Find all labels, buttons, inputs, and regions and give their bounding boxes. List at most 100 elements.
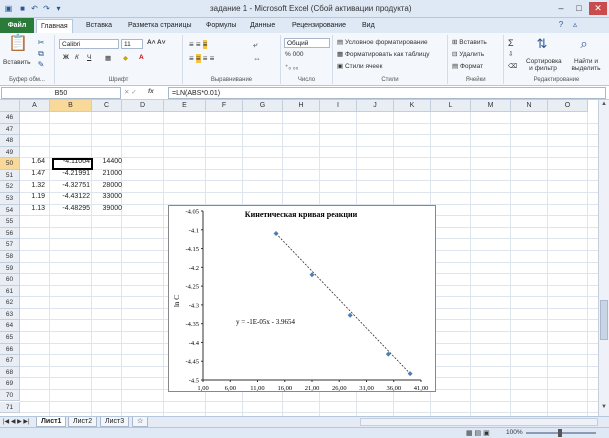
row-header-60[interactable]: 60 <box>0 274 20 286</box>
row-header-50[interactable]: 50 <box>0 158 20 170</box>
row-header-62[interactable]: 62 <box>0 297 20 309</box>
customize-qat-icon[interactable]: ▾ <box>53 3 64 14</box>
number-format-box[interactable]: Общий <box>284 38 330 48</box>
borders-icon[interactable]: ▦ <box>105 54 111 62</box>
grow-font-icon[interactable]: A˄ A˅ <box>147 39 166 46</box>
cell-styles-button[interactable]: ▣ Стили ячеек <box>337 62 382 70</box>
row-header-68[interactable]: 68 <box>0 366 20 379</box>
paste-icon[interactable]: 📋 <box>8 36 28 57</box>
paste-label[interactable]: Вставить <box>3 59 31 66</box>
tab-view[interactable]: Вид <box>358 19 379 33</box>
tab-page-layout[interactable]: Разметка страницы <box>124 19 196 33</box>
cancel-entry-icon[interactable]: ✕ ✓ <box>124 88 137 96</box>
row-header-63[interactable]: 63 <box>0 308 20 321</box>
decimal-icon[interactable]: ⁺₀ ₀₀ <box>285 63 298 71</box>
tab-review[interactable]: Рецензирование <box>288 19 350 33</box>
row-header-67[interactable]: 67 <box>0 355 20 367</box>
trendline-equation[interactable]: y = -1E-05x - 3.9654 <box>236 318 295 326</box>
sheet-tab-1[interactable]: Лист1 <box>36 417 67 427</box>
minimize-button[interactable]: – <box>552 2 570 15</box>
row-header-49[interactable]: 49 <box>0 146 20 159</box>
cell-b51[interactable]: -4.21991 <box>52 170 90 177</box>
align-left-icon[interactable]: ≡ ≡ ≡ ≡ <box>189 54 214 63</box>
format-as-table-button[interactable]: ▦ Форматировать как таблицу <box>337 50 430 58</box>
column-header-o[interactable]: O <box>548 100 588 112</box>
column-header-e[interactable]: E <box>164 100 206 112</box>
row-header-48[interactable]: 48 <box>0 135 20 147</box>
close-button[interactable]: ✕ <box>589 2 607 15</box>
column-header-h[interactable]: H <box>283 100 320 112</box>
tab-insert[interactable]: Вставка <box>82 19 116 33</box>
save-icon[interactable]: ■ <box>17 3 28 14</box>
row-header-71[interactable]: 71 <box>0 401 20 414</box>
column-header-g[interactable]: G <box>243 100 283 112</box>
merge-icon[interactable]: ⇔ <box>253 54 261 63</box>
column-header-b[interactable]: B <box>50 100 92 112</box>
insert-function-icon[interactable]: fx <box>148 88 154 95</box>
column-header-a[interactable]: A <box>20 100 50 112</box>
column-header-m[interactable]: M <box>471 100 511 112</box>
cut-icon[interactable]: ✂ <box>36 38 46 48</box>
font-name-box[interactable]: Calibri <box>59 39 119 49</box>
row-header-59[interactable]: 59 <box>0 262 20 275</box>
row-header-46[interactable]: 46 <box>0 112 20 124</box>
format-painter-icon[interactable]: ✎ <box>36 60 46 70</box>
cell-c54[interactable]: 39000 <box>94 205 122 212</box>
column-header-i[interactable]: I <box>320 100 357 112</box>
row-header-64[interactable]: 64 <box>0 320 20 333</box>
cell-c52[interactable]: 28000 <box>94 182 122 189</box>
clear-icon[interactable]: ⌫ <box>508 62 517 70</box>
cell-a51[interactable]: 1.47 <box>22 170 45 177</box>
bold-icon[interactable]: Ж <box>63 54 69 61</box>
row-header-54[interactable]: 54 <box>0 204 20 217</box>
sheet-nav-icon[interactable]: |◀ ◀ ▶ ▶| <box>3 418 30 425</box>
horizontal-scrollbar[interactable] <box>360 418 598 426</box>
cell-a53[interactable]: 1.19 <box>22 193 45 200</box>
scroll-down-icon[interactable]: ▼ <box>600 404 608 413</box>
zoom-slider-thumb[interactable] <box>558 429 562 437</box>
column-header-c[interactable]: C <box>92 100 122 112</box>
row-header-56[interactable]: 56 <box>0 227 20 240</box>
row-header-53[interactable]: 53 <box>0 193 20 205</box>
cell-b52[interactable]: -4.32751 <box>52 182 90 189</box>
column-header-l[interactable]: L <box>431 100 471 112</box>
fill-color-icon[interactable]: ◆ <box>123 54 128 62</box>
tab-file[interactable]: Файл <box>0 18 34 33</box>
zoom-level[interactable]: 100% <box>506 429 523 436</box>
find-select-icon[interactable]: ⌕ <box>576 37 592 55</box>
insert-cells-button[interactable]: ⊞ Вставить <box>452 38 487 46</box>
tab-formulas[interactable]: Формулы <box>202 19 240 33</box>
copy-icon[interactable]: ⧉ <box>36 49 46 59</box>
chart-area[interactable]: Кинетическая кривая реакции ln C -4.05 -4… <box>168 205 436 392</box>
font-size-box[interactable]: 11 <box>121 39 143 49</box>
find-select-label[interactable]: Найти и выделить <box>566 58 606 72</box>
row-header-66[interactable]: 66 <box>0 343 20 356</box>
cell-a50[interactable]: 1.64 <box>22 158 45 165</box>
conditional-format-button[interactable]: ▤ Условное форматирование <box>337 38 428 46</box>
row-header-65[interactable]: 65 <box>0 332 20 344</box>
column-header-f[interactable]: F <box>206 100 243 112</box>
cell-b53[interactable]: -4.43122 <box>52 193 90 200</box>
sheet-tab-3[interactable]: Лист3 <box>100 417 130 427</box>
column-header-d[interactable]: D <box>122 100 164 112</box>
row-header-52[interactable]: 52 <box>0 181 20 194</box>
sheet-tab-2[interactable]: Лист2 <box>68 417 98 427</box>
maximize-button[interactable]: □ <box>570 2 588 15</box>
sort-filter-icon[interactable]: ⇅ <box>534 37 550 55</box>
format-cells-button[interactable]: ▤ Формат <box>452 62 483 70</box>
ribbon-minimize-icon[interactable]: ▵ <box>570 20 580 30</box>
row-header-51[interactable]: 51 <box>0 169 20 182</box>
fill-icon[interactable]: ⇩ <box>508 50 513 58</box>
row-header-57[interactable]: 57 <box>0 239 20 251</box>
help-icon[interactable]: ? <box>556 20 566 30</box>
vertical-scrollbar[interactable]: ▲ ▼ <box>598 100 609 416</box>
row-header-58[interactable]: 58 <box>0 250 20 263</box>
cell-b54[interactable]: -4.48295 <box>52 205 90 212</box>
formula-input[interactable]: =LN(ABS*0.01) <box>168 87 606 99</box>
column-header-k[interactable]: K <box>394 100 431 112</box>
column-header-n[interactable]: N <box>511 100 548 112</box>
view-normal-icon[interactable]: ▦ ▤ ▣ <box>466 429 490 437</box>
sort-filter-label[interactable]: Сортировка и фильтр <box>526 58 562 72</box>
tab-data[interactable]: Данные <box>246 19 279 33</box>
percent-format-label[interactable]: % 000 <box>285 51 303 58</box>
